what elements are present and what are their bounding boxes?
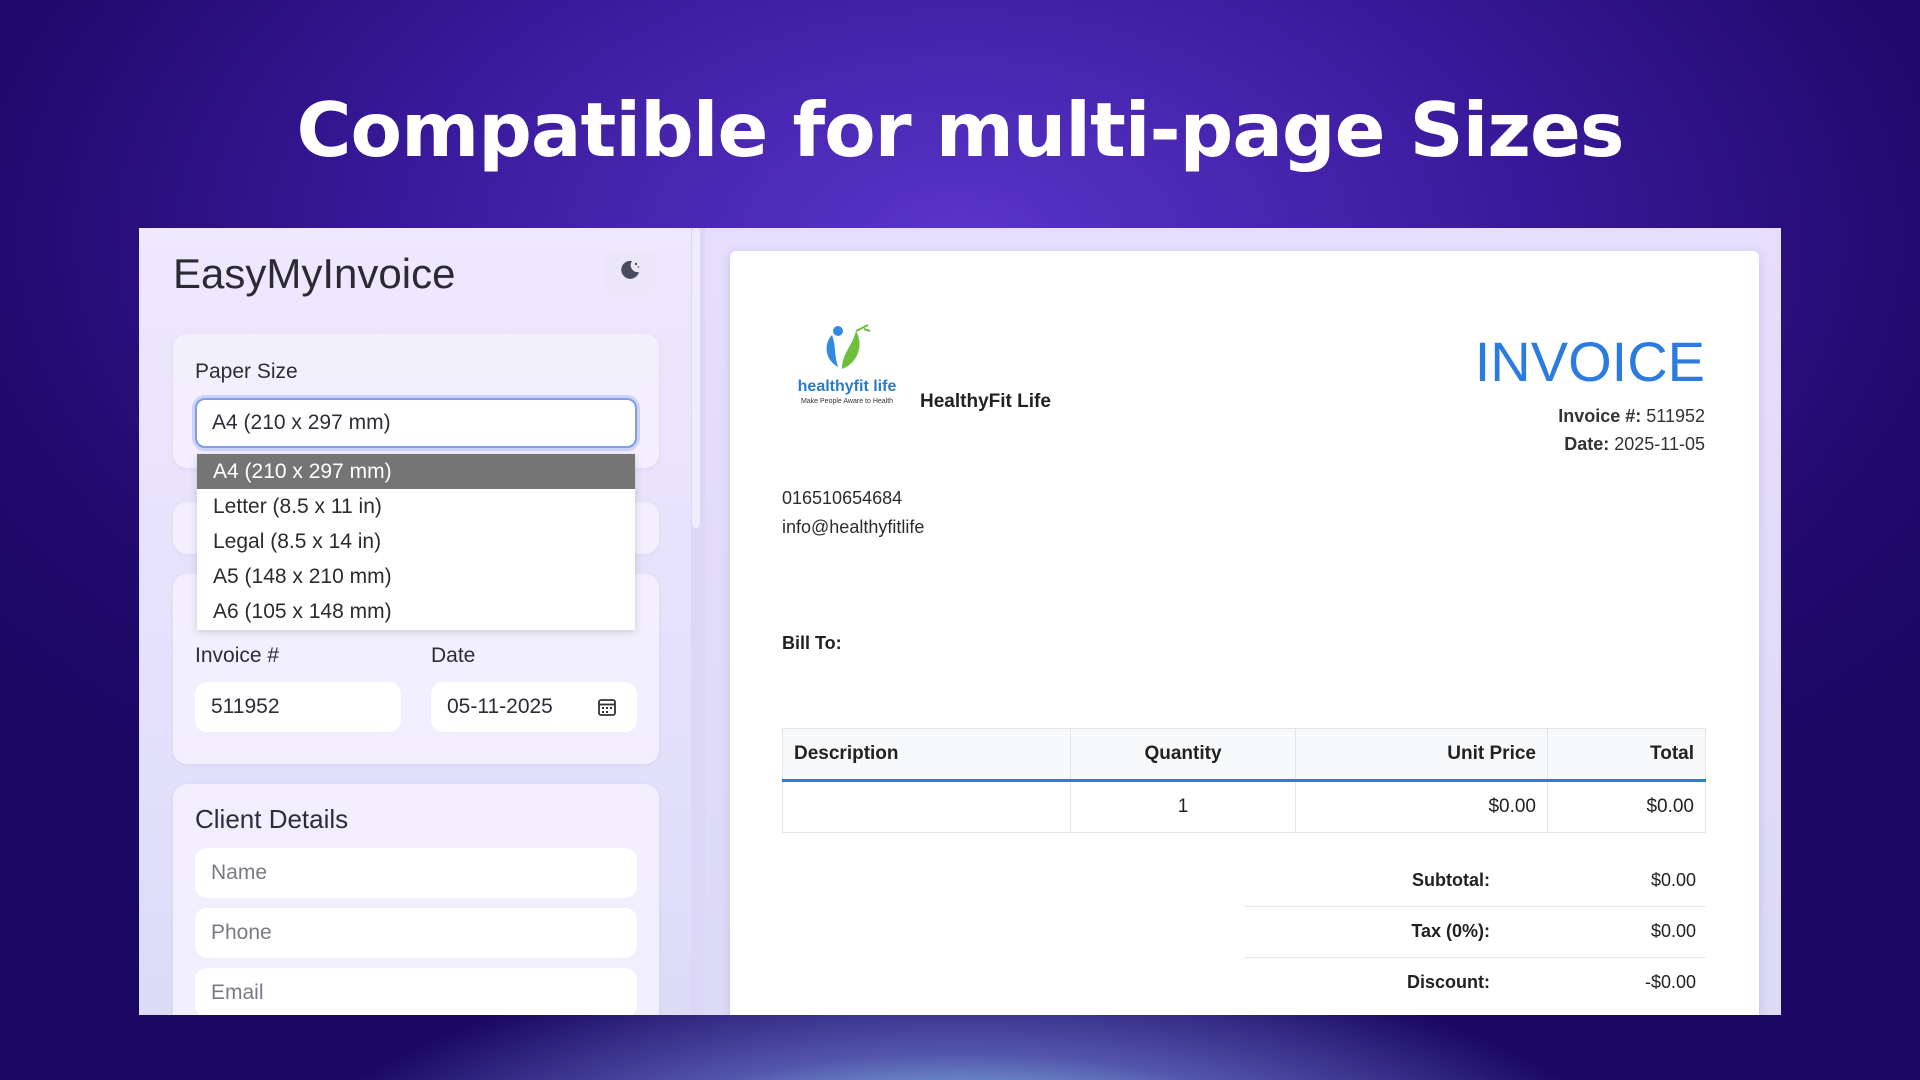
date-value: 05-11-2025: [447, 695, 553, 718]
paper-option-legal[interactable]: Legal (8.5 x 14 in): [197, 524, 635, 559]
invoice-number-label: Invoice #: [195, 644, 280, 667]
invoice-title: INVOICE: [1474, 330, 1705, 393]
table-row: 1 $0.00 $0.00: [782, 780, 1706, 833]
cell-unit-price: $0.00: [1295, 780, 1548, 833]
paper-size-select[interactable]: A4 (210 x 297 mm): [195, 398, 637, 448]
table-header-row: Description Quantity Unit Price Total: [782, 728, 1706, 782]
paper-size-selected: A4 (210 x 297 mm): [212, 411, 391, 434]
company-email: info@healthyfitlife: [782, 517, 925, 537]
tax-row: Tax (0%): $0.00: [1245, 907, 1706, 958]
subtotal-value: $0.00: [1650, 870, 1696, 890]
subtotal-row: Subtotal: $0.00: [1245, 856, 1706, 907]
paper-option-letter[interactable]: Letter (8.5 x 11 in): [197, 489, 635, 524]
column-header-description: Description: [782, 728, 1071, 782]
invoice-date: 2025-11-05: [1614, 434, 1705, 454]
client-details-title: Client Details: [195, 804, 349, 834]
paper-option-a4[interactable]: A4 (210 x 297 mm): [197, 454, 635, 489]
paper-option-a5[interactable]: A5 (148 x 210 mm): [197, 559, 635, 594]
column-header-total: Total: [1547, 728, 1706, 782]
app-title: EasyMyInvoice: [173, 250, 456, 297]
client-details-card: Client Details Name Phone Email: [173, 784, 659, 1015]
invoice-date-label: Date:: [1564, 434, 1610, 454]
invoice-number-label: Invoice #:: [1558, 406, 1642, 426]
invoice-number-input[interactable]: 511952: [195, 682, 401, 732]
sidebar: EasyMyInvoice Paper Size Invoice # Date …: [139, 228, 691, 1015]
sidebar-scrollbar-thumb[interactable]: [692, 228, 700, 528]
invoice-preview: healthyfit life Make People Aware to Hea…: [730, 251, 1759, 1015]
items-table: Description Quantity Unit Price Total 1 …: [782, 728, 1706, 833]
totals-section: Subtotal: $0.00 Tax (0%): $0.00 Discount…: [1245, 856, 1706, 1009]
logo-tagline: Make People Aware to Health: [801, 398, 893, 405]
invoice-number: 511952: [1646, 406, 1705, 426]
app-window: EasyMyInvoice Paper Size Invoice # Date …: [139, 228, 1781, 1015]
theme-toggle-button[interactable]: [604, 250, 656, 294]
paper-size-dropdown: A4 (210 x 297 mm) Letter (8.5 x 11 in) L…: [197, 454, 635, 630]
cell-description: [782, 780, 1071, 833]
column-header-unit-price: Unit Price: [1295, 728, 1548, 782]
discount-row: Discount: -$0.00: [1245, 958, 1706, 1009]
invoice-number-line: Invoice #: 511952: [1558, 406, 1705, 427]
company-phone: 016510654684: [782, 488, 903, 508]
company-logo: healthyfit life Make People Aware to Hea…: [794, 321, 900, 411]
invoice-number-value: 511952: [211, 695, 280, 718]
discount-label: Discount:: [1407, 972, 1490, 992]
logo-text: healthyfit life: [798, 378, 897, 395]
calendar-icon[interactable]: [597, 697, 617, 723]
paper-size-label: Paper Size: [195, 360, 298, 383]
cell-total: $0.00: [1547, 780, 1706, 833]
tax-label: Tax (0%):: [1411, 921, 1490, 941]
client-phone-input[interactable]: Phone: [195, 908, 637, 958]
paper-option-a6[interactable]: A6 (105 x 148 mm): [197, 594, 635, 629]
cell-quantity: 1: [1070, 780, 1296, 833]
discount-value: -$0.00: [1644, 972, 1696, 992]
client-email-input[interactable]: Email: [195, 968, 637, 1015]
company-name: HealthyFit Life: [920, 391, 1051, 412]
client-name-input[interactable]: Name: [195, 848, 637, 898]
date-label: Date: [431, 644, 476, 667]
tax-value: $0.00: [1650, 921, 1696, 941]
invoice-date-line: Date: 2025-11-05: [1564, 434, 1705, 455]
headline: Compatible for multi-page Sizes: [296, 86, 1625, 174]
bill-to-label: Bill To:: [782, 633, 842, 653]
column-header-quantity: Quantity: [1070, 728, 1296, 782]
subtotal-label: Subtotal:: [1412, 870, 1490, 890]
moon-icon: [618, 258, 642, 287]
date-input[interactable]: 05-11-2025: [431, 682, 637, 732]
